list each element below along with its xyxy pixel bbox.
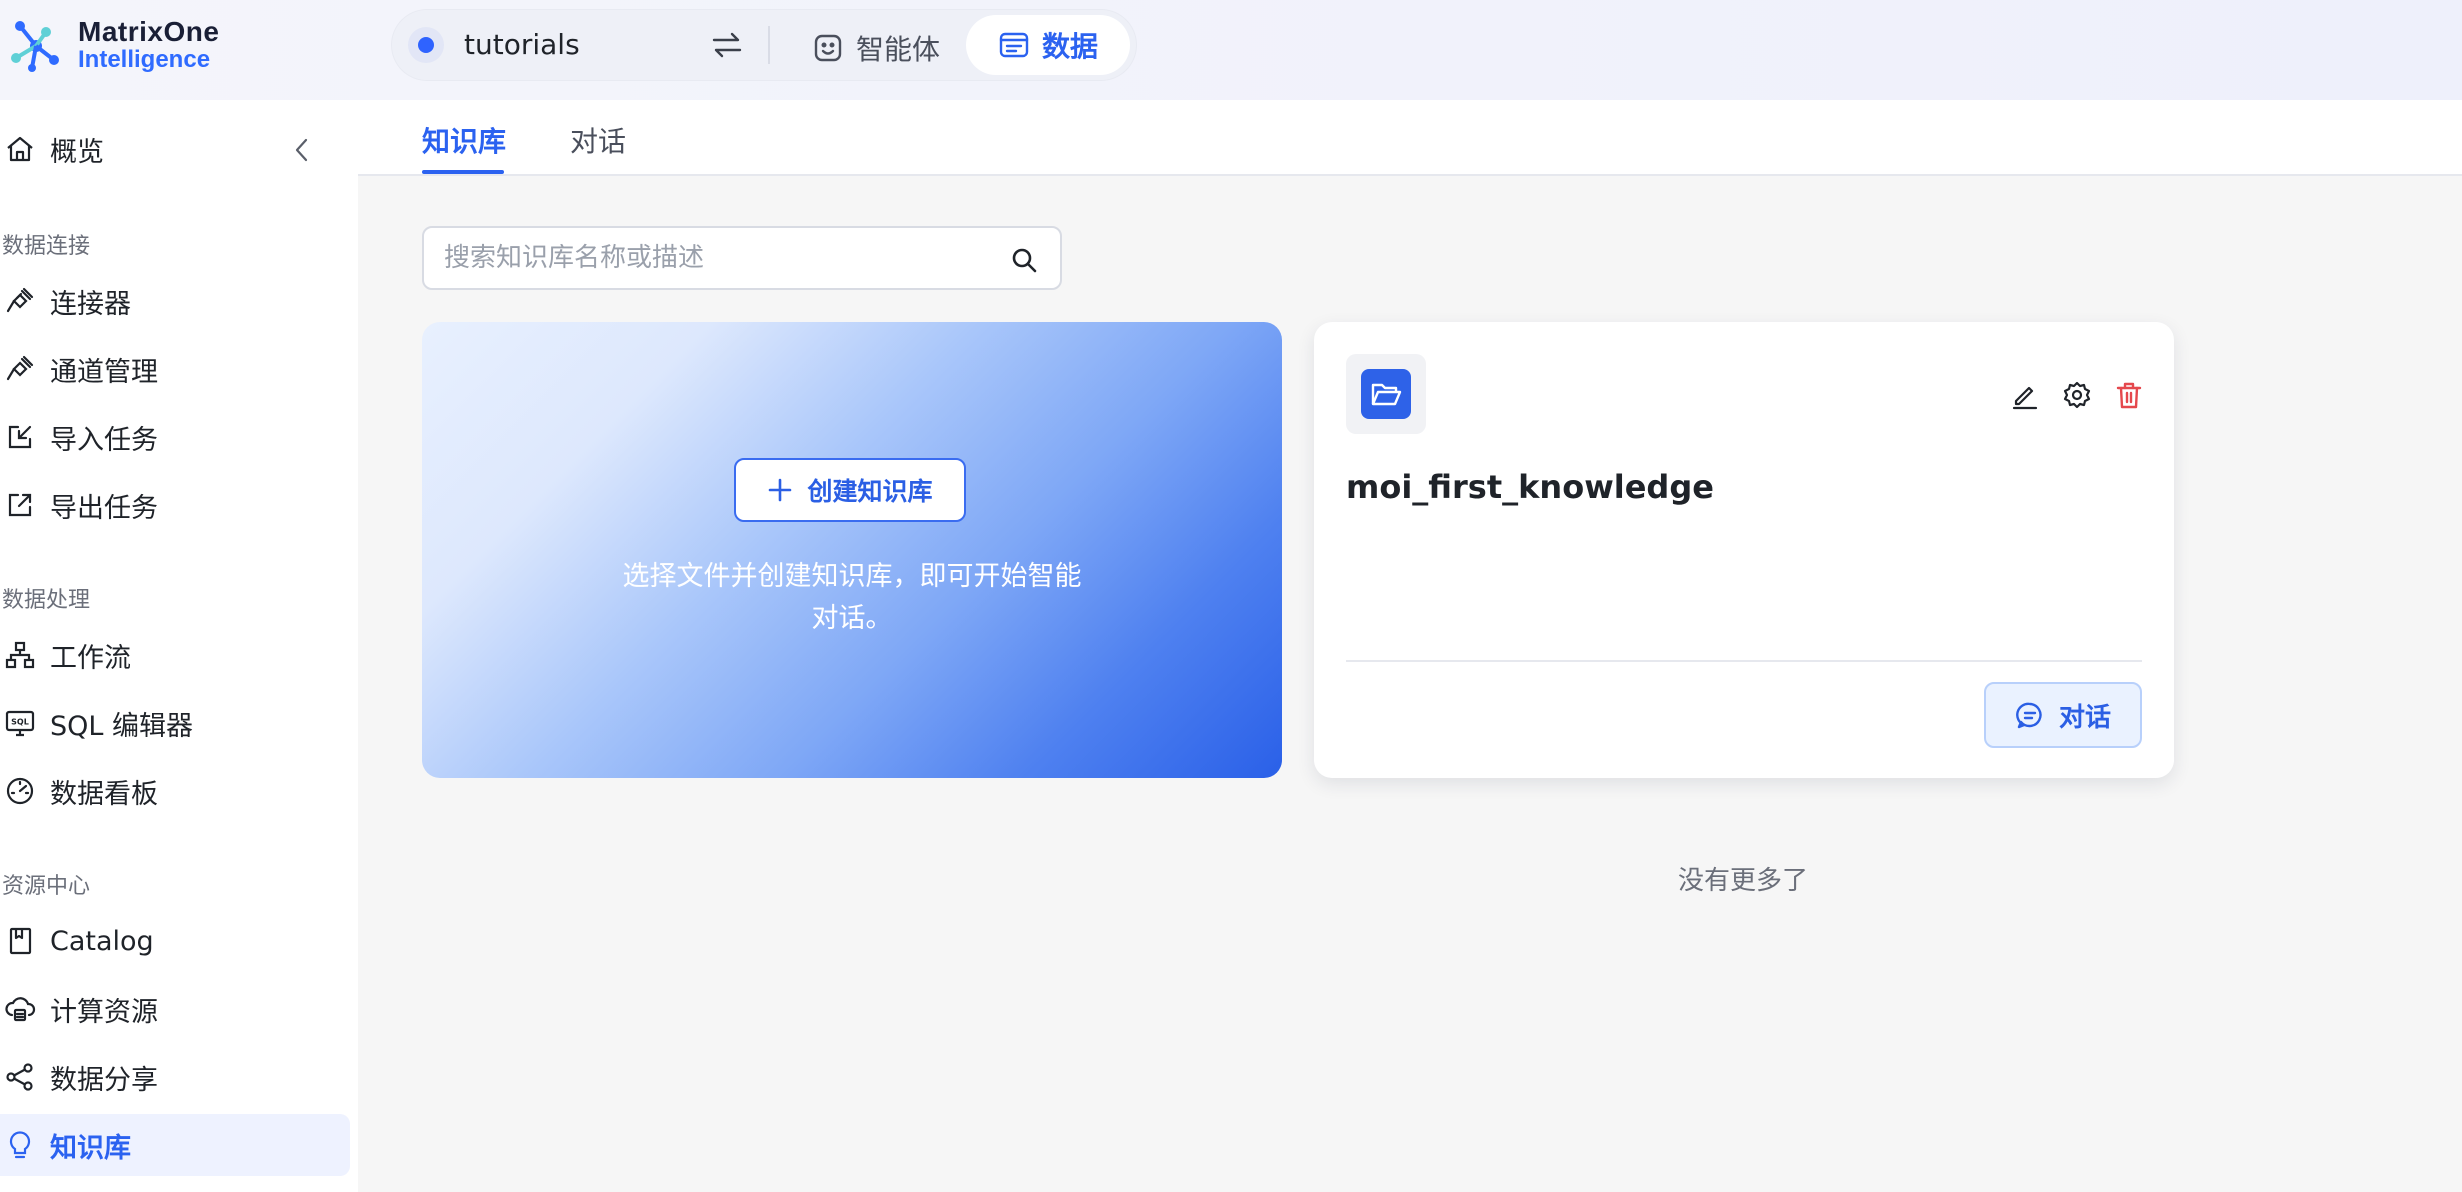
sidebar-item-label: 计算资源 (50, 996, 158, 1028)
sidebar-item-workflow[interactable]: 工作流 (0, 624, 350, 686)
edit-pencil-icon[interactable] (2010, 380, 2040, 410)
sidebar-item-label: 知识库 (50, 1132, 131, 1164)
sidebar-item-label: 连接器 (50, 288, 131, 320)
create-knowledge-label: 创建知识库 (807, 477, 933, 506)
swap-icon[interactable] (710, 30, 744, 60)
sidebar-item-knowledge[interactable]: 知识库 (0, 1114, 350, 1176)
app-logo[interactable]: MatrixOne Intelligence (6, 16, 219, 76)
context-switcher: tutorials 智能体 数据 (392, 10, 1136, 80)
folder-open-icon (1371, 383, 1402, 406)
search-box (422, 226, 1062, 290)
tab-chat[interactable]: 对话 (570, 120, 626, 160)
sidebar-item-label: 导入任务 (50, 424, 158, 456)
gear-icon[interactable] (2062, 380, 2092, 410)
svg-text:SQL: SQL (11, 718, 29, 727)
list-end-text: 没有更多了 (1678, 866, 1809, 896)
main-content: 知识库 对话 创建知识库 选择文件并创建知识库，即可开始智能对话。 (358, 100, 2462, 1192)
chevron-left-icon[interactable] (288, 136, 316, 164)
search-icon[interactable] (1010, 246, 1038, 274)
top-bar: MatrixOne Intelligence tutorials 智能体 数据 (0, 0, 2462, 100)
sidebar-item-import[interactable]: 导入任务 (0, 406, 350, 468)
smiley-icon (814, 34, 842, 62)
knowledge-chat-button[interactable]: 对话 (1984, 682, 2142, 748)
sidebar-item-compute[interactable]: 计算资源 (0, 978, 350, 1040)
sidebar-item-label: 导出任务 (50, 492, 158, 524)
knowledge-base-actions (1988, 380, 2144, 410)
sidebar-item-label: 数据分享 (50, 1064, 158, 1096)
cloud-server-icon (5, 997, 36, 1022)
sidebar-item-label: 数据看板 (50, 778, 158, 810)
create-knowledge-button[interactable]: 创建知识库 (734, 458, 966, 522)
book-icon (9, 927, 32, 955)
create-knowledge-description: 选择文件并创建知识库，即可开始智能对话。 (622, 561, 1082, 634)
section-data-connection: 数据连接 (2, 234, 91, 259)
logo-text-line2: Intelligence (78, 46, 211, 73)
sidebar-item-channel[interactable]: 通道管理 (0, 338, 350, 400)
sidebar-item-share[interactable]: 数据分享 (0, 1046, 350, 1108)
nav-data-label: 数据 (1041, 30, 1098, 63)
sidebar-item-connector[interactable]: 连接器 (0, 270, 350, 332)
sidebar-item-export[interactable]: 导出任务 (0, 474, 350, 536)
search-input[interactable] (444, 240, 984, 276)
matrixone-logo-icon (11, 21, 59, 72)
knowledge-base-thumbnail (1346, 354, 1426, 434)
gauge-icon (6, 777, 34, 805)
knowledge-base-card[interactable]: moi_first_knowledge 对话 (1314, 322, 2174, 778)
plug-icon (6, 355, 34, 381)
workspace-name[interactable]: tutorials (464, 28, 580, 61)
section-data-processing: 数据处理 (2, 588, 91, 613)
tab-knowledge[interactable]: 知识库 (422, 120, 506, 160)
sidebar-item-label: SQL 编辑器 (50, 710, 194, 742)
home-icon (7, 136, 33, 162)
section-resource-center: 资源中心 (2, 874, 91, 899)
sidebar-item-catalog[interactable]: Catalog (0, 910, 350, 972)
sidebar-item-sql-editor[interactable]: SQL SQL 编辑器 (0, 692, 350, 754)
knowledge-base-name[interactable]: moi_first_knowledge (1346, 468, 1714, 506)
plus-icon (769, 478, 792, 502)
workspace-status-icon (408, 27, 444, 63)
data-window-icon (999, 32, 1029, 58)
sidebar: 概览 数据连接 连接器 通道管理 导入任务 导出任务 数据处理 工作流 SQL … (0, 100, 358, 1192)
sidebar-item-label: Catalog (50, 925, 154, 957)
import-icon (8, 425, 32, 449)
context-divider (768, 26, 770, 64)
active-tab-indicator (422, 170, 504, 174)
sidebar-item-label: 通道管理 (50, 356, 158, 388)
logo-text-line1: MatrixOne (78, 16, 220, 47)
nav-agent-label: 智能体 (856, 33, 941, 66)
lightbulb-icon (9, 1131, 31, 1159)
export-icon (8, 493, 32, 517)
sidebar-item-dashboard[interactable]: 数据看板 (0, 760, 350, 822)
plug-icon (6, 287, 34, 313)
sidebar-item-label: 工作流 (50, 642, 131, 674)
card-divider (1346, 660, 2142, 662)
share-icon (6, 1063, 33, 1091)
create-knowledge-card: 创建知识库 选择文件并创建知识库，即可开始智能对话。 (422, 322, 1282, 778)
trash-icon[interactable] (2114, 380, 2144, 410)
nav-agent-button[interactable]: 智能体 (812, 28, 940, 68)
sql-monitor-icon: SQL (5, 710, 35, 737)
nav-data-button[interactable]: 数据 (966, 15, 1130, 75)
chat-bubble-icon (2016, 702, 2042, 729)
knowledge-chat-label: 对话 (2058, 702, 2111, 733)
sidebar-item-label: 概览 (50, 136, 104, 168)
tab-bar: 知识库 对话 (358, 100, 2462, 176)
workflow-icon (5, 641, 35, 669)
